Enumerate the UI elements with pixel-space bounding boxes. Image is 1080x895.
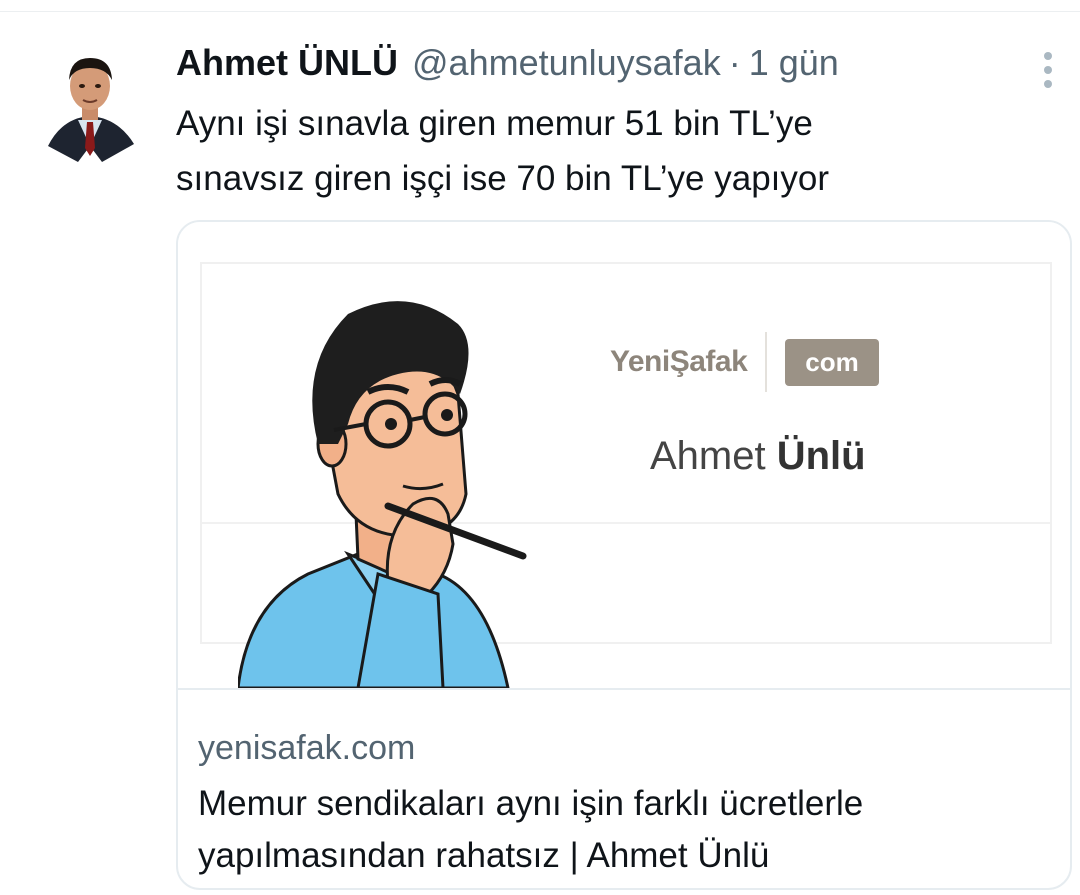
separator-dot: · [728, 42, 741, 83]
tweet[interactable]: Ahmet ÜNLÜ @ahmetunluysafak · 1 gün Aynı… [0, 12, 1080, 895]
columnist-cartoon [238, 274, 568, 688]
top-divider [0, 0, 1080, 12]
card-title-line: Memur sendikaları aynı işin farklı ücret… [198, 784, 864, 823]
tweet-text: Aynı işi sınavla giren memur 51 bin TL’y… [176, 96, 1036, 206]
author-name[interactable]: Ahmet ÜNLÜ [176, 42, 398, 84]
author-handle[interactable]: @ahmetunluysafak [412, 42, 721, 84]
card-title-line: yapılmasından rahatsız | Ahmet Ünlü [198, 836, 770, 875]
avatar[interactable] [42, 46, 138, 168]
card-domain: yenisafak.com [198, 729, 416, 767]
brand-name: YeniŞafak [610, 345, 748, 378]
more-vertical-icon[interactable] [1036, 48, 1060, 92]
tweet-header: Ahmet ÜNLÜ @ahmetunluysafak · 1 gün [176, 42, 839, 86]
timestamp[interactable]: 1 gün [749, 42, 839, 84]
brand-separator [765, 332, 768, 392]
tweet-text-line: sınavsız giren işçi ise 70 bin TL’ye yap… [176, 159, 830, 198]
link-preview-card[interactable]: YeniŞafak com Ahmet Ünlü yenisafak.com M… [176, 220, 1072, 890]
more-dot [1044, 66, 1052, 74]
brand-badge: com [785, 338, 879, 386]
tweet-text-line: Aynı işi sınavla giren memur 51 bin TL’y… [176, 104, 813, 143]
card-author-name: Ahmet Ünlü [650, 434, 866, 479]
more-dot [1044, 80, 1052, 88]
card-title: Memur sendikaları aynı işin farklı ücret… [198, 778, 1050, 882]
card-info: yenisafak.com Memur sendikaları aynı işi… [178, 688, 1070, 888]
brand-logo: YeniŞafak com [610, 332, 879, 392]
card-author-first: Ahmet [650, 434, 777, 478]
card-image: YeniŞafak com Ahmet Ünlü [178, 222, 1070, 688]
more-dot [1044, 52, 1052, 60]
card-author-last: Ünlü [776, 434, 866, 478]
avatar-image [42, 46, 138, 168]
